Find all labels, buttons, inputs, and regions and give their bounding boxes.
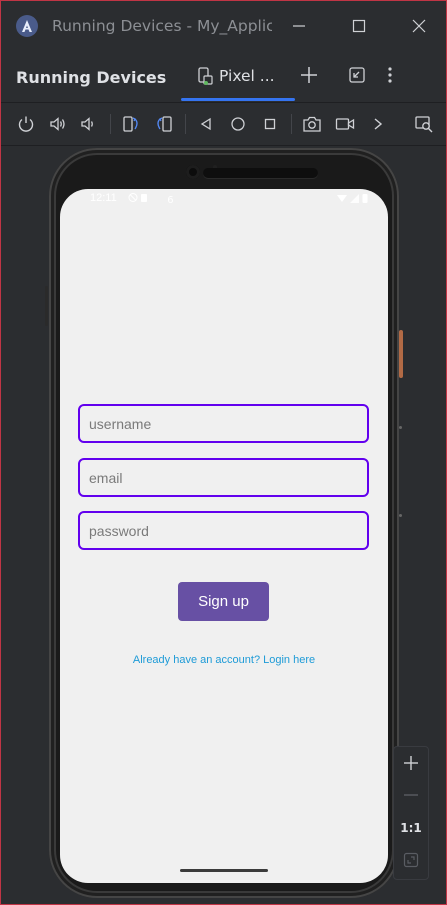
add-icon[interactable]	[298, 64, 320, 86]
home-icon[interactable]	[227, 113, 249, 135]
volume-down-icon[interactable]	[78, 113, 100, 135]
zoom-in-icon[interactable]	[399, 751, 423, 775]
fit-screen-icon[interactable]	[399, 848, 423, 872]
phone-side-button	[45, 286, 48, 326]
phone-power-button[interactable]	[399, 330, 403, 378]
front-camera	[186, 165, 200, 179]
tool-window-title: Running Devices	[16, 68, 167, 87]
earpiece-speaker	[203, 168, 318, 178]
power-icon[interactable]	[15, 113, 37, 135]
maximize-icon[interactable]	[347, 14, 371, 38]
username-field[interactable]: username	[78, 404, 369, 443]
tab-active-indicator	[181, 98, 295, 101]
tab-pixel-device[interactable]: Pixel ...	[181, 50, 295, 101]
email-field[interactable]: email	[78, 458, 369, 497]
status-system-icons	[337, 193, 368, 203]
tab-label: Pixel ...	[219, 67, 275, 85]
wifi-icon	[337, 194, 347, 202]
tool-window-header: Running Devices Pixel ...	[1, 50, 446, 103]
phone-device-icon	[197, 67, 213, 85]
password-placeholder: password	[89, 522, 149, 539]
phone-side-dot	[399, 514, 402, 517]
gesture-nav-handle[interactable]	[180, 869, 268, 872]
rotate-right-icon[interactable]	[153, 113, 175, 135]
window-title: Running Devices - My_Applic	[52, 17, 272, 35]
email-placeholder: email	[89, 469, 123, 486]
zoom-search-icon[interactable]	[413, 113, 435, 135]
password-field[interactable]: password	[78, 511, 369, 550]
signal-icon	[350, 193, 359, 203]
status-extra: 6	[167, 195, 174, 206]
chevron-right-icon[interactable]	[367, 113, 389, 135]
minimize-icon[interactable]	[287, 14, 311, 38]
hide-icon[interactable]	[346, 64, 368, 86]
battery-icon	[362, 194, 368, 203]
back-icon[interactable]	[195, 113, 217, 135]
zoom-out-icon[interactable]	[399, 783, 423, 807]
login-link[interactable]: Already have an account? Login here	[60, 654, 388, 666]
actual-size-button[interactable]: 1:1	[399, 816, 423, 840]
screenshot-icon[interactable]	[301, 113, 323, 135]
screen-record-icon[interactable]	[334, 113, 356, 135]
actual-size-label: 1:1	[400, 821, 422, 835]
close-icon[interactable]	[407, 14, 431, 38]
rotate-left-icon[interactable]	[120, 113, 142, 135]
toolbar-separator	[185, 114, 186, 134]
toolbar-separator	[110, 114, 111, 134]
device-screen[interactable]: 12:11 6 username email password Sign up …	[60, 189, 388, 883]
device-toolbar	[1, 103, 446, 146]
status-time: 12:11	[90, 192, 117, 204]
device-display-area: 12:11 6 username email password Sign up …	[1, 146, 446, 903]
volume-up-icon[interactable]	[47, 113, 69, 135]
overview-icon[interactable]	[259, 113, 281, 135]
phone-side-dot	[399, 426, 402, 429]
username-placeholder: username	[89, 415, 152, 432]
status-notification-icons: 6	[128, 192, 174, 206]
signup-button[interactable]: Sign up	[178, 582, 269, 621]
more-options-icon[interactable]	[379, 64, 401, 86]
android-studio-icon[interactable]	[16, 15, 38, 37]
status-bar: 12:11 6	[60, 189, 388, 211]
toolbar-separator	[291, 114, 292, 134]
title-bar: Running Devices - My_Applic	[1, 1, 446, 49]
zoom-controls: 1:1	[393, 746, 429, 880]
